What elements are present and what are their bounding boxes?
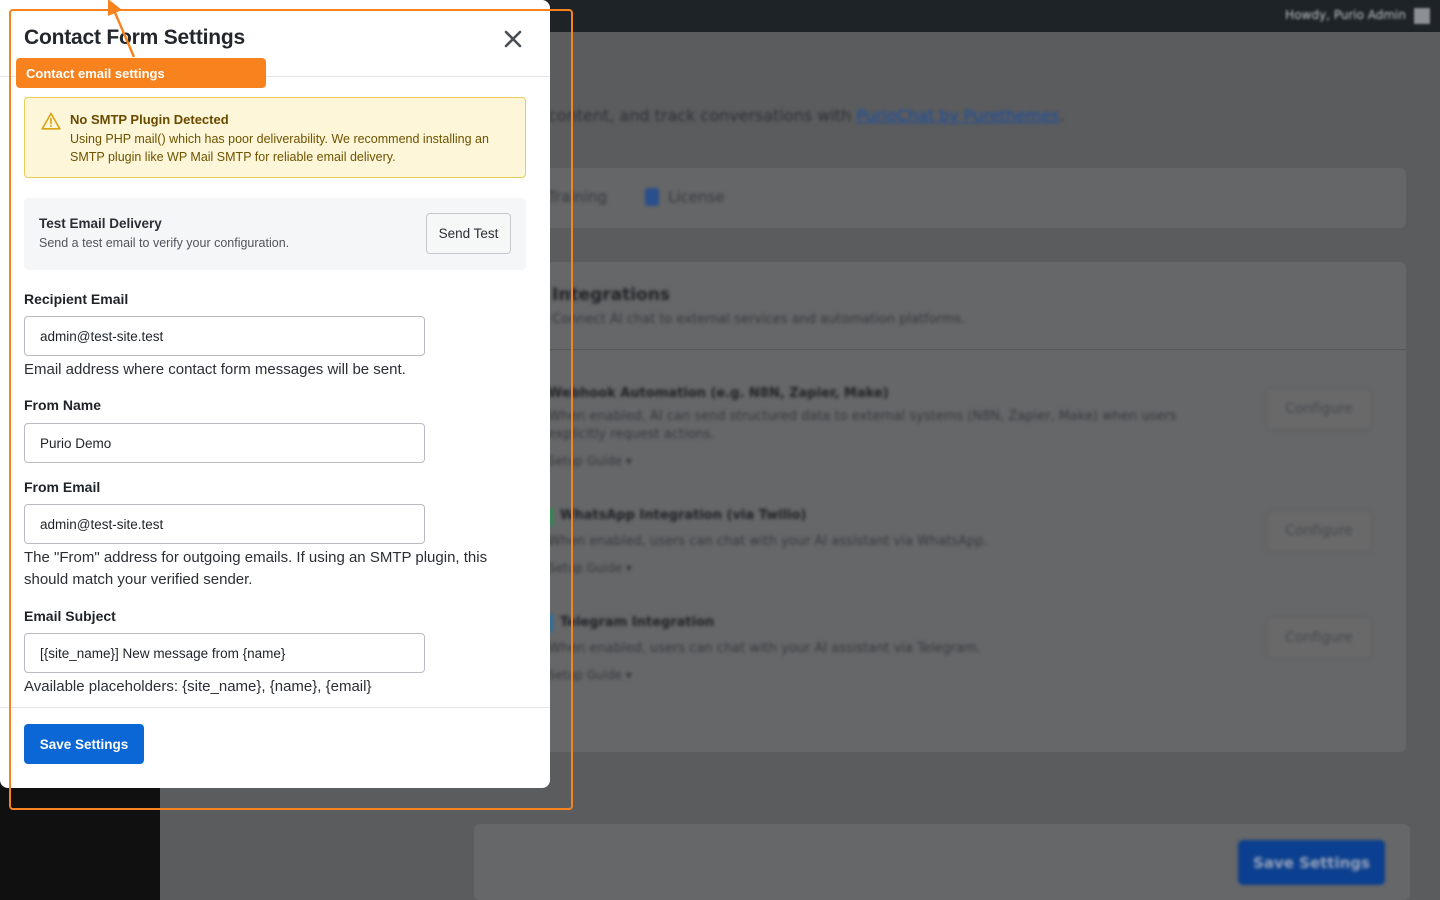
integration-title-whatsapp: WhatsApp Integration (via Twilio) (560, 508, 807, 523)
lock-icon (645, 188, 659, 206)
close-button[interactable] (498, 24, 528, 54)
email-subject-input[interactable] (24, 633, 425, 673)
recipient-email-help: Email address where contact form message… (24, 361, 406, 378)
tab-training[interactable]: Training (548, 188, 607, 206)
configure-label: Configure (1285, 401, 1353, 417)
from-name-input[interactable] (24, 423, 425, 463)
page-intro: content, and track conversations with Pu… (548, 106, 1065, 125)
test-email-title: Test Email Delivery (39, 216, 162, 231)
integration-desc-telegram: When enabled, users can chat with your A… (548, 641, 981, 656)
background-save-button[interactable]: Save Settings (1238, 840, 1385, 885)
avatar[interactable] (1414, 8, 1430, 24)
page-intro-text: content, and track conversations with (548, 106, 852, 125)
settings-tabs (470, 168, 1406, 228)
test-email-description: Send a test email to verify your configu… (39, 236, 290, 250)
save-settings-button[interactable]: Save Settings (24, 724, 144, 764)
configure-label: Configure (1285, 630, 1353, 646)
annotation-label: Contact email settings (16, 58, 266, 88)
divider (470, 349, 1406, 350)
from-email-input[interactable] (24, 504, 425, 544)
admin-greeting[interactable]: Howdy, Purio Admin (1285, 8, 1406, 22)
smtp-warning: No SMTP Plugin Detected Using PHP mail()… (24, 97, 526, 178)
integration-desc-webhook: When enabled, AI can send structured dat… (548, 409, 1177, 442)
integration-title-telegram: Telegram Integration (560, 615, 715, 630)
arrow-icon (108, 0, 136, 58)
recipient-email-input[interactable] (24, 316, 425, 356)
tab-license[interactable]: License (668, 188, 725, 206)
from-email-help: The "From" address for outgoing emails. … (24, 549, 488, 588)
configure-telegram-button[interactable]: Configure (1266, 617, 1372, 659)
from-name-label: From Name (24, 397, 102, 413)
integrations-subtitle: Connect AI chat to external services and… (552, 312, 966, 327)
recipient-email-label: Recipient Email (24, 291, 129, 307)
setup-guide-toggle[interactable]: Setup Guide ▾ (548, 454, 632, 468)
divider (0, 707, 550, 708)
setup-guide-toggle[interactable]: Setup Guide ▾ (548, 561, 632, 575)
integrations-title: Integrations (552, 285, 670, 305)
warning-title: No SMTP Plugin Detected (70, 112, 229, 127)
configure-webhook-button[interactable]: Configure (1266, 388, 1372, 430)
email-subject-label: Email Subject (24, 608, 116, 624)
integration-desc-whatsapp: When enabled, users can chat with your A… (548, 534, 988, 549)
close-icon (504, 30, 522, 48)
send-test-button[interactable]: Send Test (426, 213, 511, 254)
integration-title-webhook: Webhook Automation (e.g. N8N, Zapier, Ma… (548, 386, 889, 401)
from-email-label: From Email (24, 479, 101, 495)
puriochat-link[interactable]: PurioChat by Purethemes (856, 106, 1059, 125)
setup-guide-toggle[interactable]: Setup Guide ▾ (548, 668, 632, 682)
configure-label: Configure (1285, 523, 1353, 539)
contact-form-settings-modal: Contact Form Settings No SMTP Plugin Det… (0, 0, 550, 788)
page-intro-suffix: . (1059, 106, 1065, 125)
warning-text: Using PHP mail() which has poor delivera… (70, 132, 489, 164)
email-subject-help: Available placeholders: {site_name}, {na… (24, 678, 372, 695)
configure-whatsapp-button[interactable]: Configure (1266, 510, 1372, 552)
warning-triangle-icon (41, 112, 61, 130)
test-email-panel: Test Email Delivery Send a test email to… (24, 198, 526, 270)
